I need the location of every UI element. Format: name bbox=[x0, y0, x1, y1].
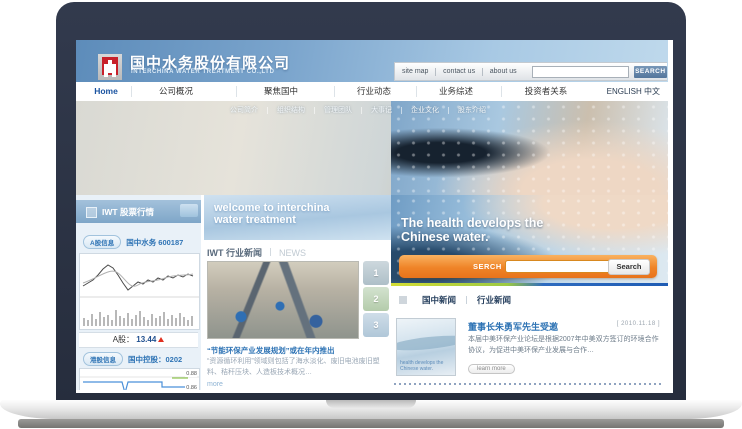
a-share-price-value: 13.44 bbox=[136, 335, 156, 344]
a-share-badge: A股信息 bbox=[83, 235, 121, 249]
h-share-name: 国中控股：0202 bbox=[128, 354, 182, 365]
divider bbox=[236, 86, 237, 97]
divider bbox=[416, 86, 417, 97]
laptop-bezel: 国中水务股份有限公司 INTERCHINA WATER TREATMENT CO… bbox=[56, 2, 686, 403]
a-share-price-row: A股： 13.44 bbox=[79, 332, 198, 348]
main-nav: Home 公司概况 聚焦国中 行业动态 业务综述 投资者关系 ENGLISH 中… bbox=[76, 82, 668, 102]
a-share-row: A股信息 国中水务 600187 bbox=[83, 235, 183, 249]
y-axis-label: 0.86 bbox=[185, 385, 197, 390]
tab-company-news[interactable]: 国中新闻 bbox=[412, 294, 466, 306]
subnav-item[interactable]: 企业文化 bbox=[402, 105, 448, 115]
h-share-row: 港股信息 国中控股：0202 bbox=[83, 352, 182, 366]
laptop-notch bbox=[326, 400, 416, 408]
a-share-candlestick-chart bbox=[79, 253, 200, 330]
contact-link[interactable]: contact us bbox=[436, 68, 482, 75]
subnav-item[interactable]: 公司简介 bbox=[221, 105, 267, 115]
company-name-en: INTERCHINA WATER TREATMENT CO.,LTD bbox=[131, 69, 275, 75]
news-item-title[interactable]: 董事长朱勇军先生受邀 bbox=[468, 320, 558, 333]
hero-search-bar: SERCH Search bbox=[399, 255, 657, 278]
industry-news-title: IWT 行业新闻 bbox=[207, 248, 262, 258]
price-up-arrow-icon bbox=[158, 337, 164, 342]
nav-focus[interactable]: 聚焦国中 bbox=[236, 82, 326, 101]
header-search-button[interactable]: SEARCH bbox=[634, 66, 667, 78]
hero-search-input[interactable] bbox=[505, 260, 623, 273]
news-pager: 1 2 3 bbox=[363, 261, 389, 339]
industry-news-header: IWT 行业新闻 NEWS bbox=[207, 246, 306, 259]
hero-search-button[interactable]: Search bbox=[608, 259, 650, 275]
right-column: The health develops the Chinese water. S… bbox=[391, 195, 668, 390]
slogan: The health develops the Chinese water. bbox=[401, 217, 543, 244]
y-axis-label: 0.88 bbox=[185, 371, 197, 377]
h-share-badge: 港股信息 bbox=[83, 352, 123, 366]
industry-news-column: welcome to interchina water treatment IW… bbox=[204, 195, 391, 390]
hero-search-label: SERCH bbox=[473, 262, 502, 271]
stock-panel: IWT 股票行情 A股信息 国中水务 600187 bbox=[76, 195, 201, 390]
a-share-name: 国中水务 600187 bbox=[126, 237, 183, 248]
gradient-divider bbox=[391, 283, 668, 286]
stock-panel-icon bbox=[86, 207, 97, 218]
laptop-bottom-strip bbox=[18, 419, 724, 428]
welcome-line2: water treatment bbox=[214, 214, 296, 226]
news-tabs: 国中新闻 行业新闻 bbox=[399, 294, 521, 306]
laptop-base bbox=[0, 400, 742, 419]
nav-industry-news[interactable]: 行业动态 bbox=[334, 82, 414, 101]
subnav-item[interactable]: 组织结构 bbox=[268, 105, 314, 115]
sitemap-link[interactable]: site map bbox=[395, 68, 435, 75]
news-photo-water-plant[interactable] bbox=[207, 261, 359, 339]
slogan-line1: The health develops the bbox=[401, 216, 543, 230]
news-item-body: 本届中美环保产业论坛是根据2007年中美双方签订的环境合作协议，为促进中美环保产… bbox=[468, 335, 660, 356]
a-share-price-label: A股： bbox=[113, 335, 137, 344]
dotted-separator bbox=[394, 383, 662, 385]
tab-bullet-icon bbox=[399, 296, 407, 304]
website-page: 国中水务股份有限公司 INTERCHINA WATER TREATMENT CO… bbox=[76, 40, 668, 390]
divider bbox=[334, 86, 335, 97]
nav-home[interactable]: Home bbox=[86, 82, 126, 101]
nav-company-profile[interactable]: 公司概况 bbox=[131, 82, 221, 101]
language-switch[interactable]: ENGLISH 中文 bbox=[607, 82, 660, 101]
welcome-banner: welcome to interchina water treatment bbox=[204, 195, 391, 240]
industry-news-title-en: NEWS bbox=[270, 248, 306, 258]
news-thumbnail[interactable]: health develops the Chinese water. bbox=[396, 318, 456, 376]
bubbles-overlay bbox=[391, 101, 668, 195]
slogan-line2: Chinese water. bbox=[401, 230, 489, 244]
pager-button-1[interactable]: 1 bbox=[363, 261, 389, 285]
stock-panel-more-button[interactable] bbox=[180, 204, 198, 217]
about-link[interactable]: about us bbox=[483, 68, 524, 75]
stock-panel-header: IWT 股票行情 bbox=[76, 200, 201, 223]
pager-button-3[interactable]: 3 bbox=[363, 313, 389, 337]
news-item-date: [ 2010.11.18 ] bbox=[617, 321, 660, 327]
news-item: health develops the Chinese water. 董事长朱勇… bbox=[396, 318, 662, 380]
nav-business[interactable]: 业务综述 bbox=[416, 82, 496, 101]
more-link[interactable]: more bbox=[207, 381, 223, 388]
site-header: 国中水务股份有限公司 INTERCHINA WATER TREATMENT CO… bbox=[76, 40, 668, 82]
nav-investor-relations[interactable]: 投资者关系 bbox=[501, 82, 591, 101]
subnav-item[interactable]: 大事记 bbox=[362, 105, 401, 115]
hero-banner: 公司简介 组织结构 管理团队 大事记 企业文化 股东介绍 bbox=[76, 101, 668, 195]
industry-news-item-body: “资源循环利用”领域则包括了海水淡化、废旧电池废旧塑料、秸秆压块、人造板技术概况… bbox=[207, 357, 387, 378]
header-search-input[interactable] bbox=[532, 66, 629, 78]
hero-subnav: 公司简介 组织结构 管理团队 大事记 企业文化 股东介绍 bbox=[221, 105, 495, 115]
utility-bar: site map contact us about us SEARCH bbox=[394, 62, 667, 81]
laptop-mockup: 国中水务股份有限公司 INTERCHINA WATER TREATMENT CO… bbox=[0, 0, 742, 429]
stock-panel-title: IWT 股票行情 bbox=[102, 206, 154, 218]
pager-button-2[interactable]: 2 bbox=[363, 287, 389, 311]
subnav-item[interactable]: 股东介绍 bbox=[449, 105, 495, 115]
hero-photo-swimming-child bbox=[391, 101, 668, 195]
subnav-item[interactable]: 管理团队 bbox=[315, 105, 361, 115]
right-hero-photo: The health develops the Chinese water. S… bbox=[391, 195, 668, 283]
learn-more-button[interactable]: learn more bbox=[468, 364, 515, 374]
divider bbox=[501, 86, 502, 97]
welcome-line1: welcome to interchina bbox=[214, 202, 330, 214]
industry-news-item-title[interactable]: “节能环保产业发展规划”或在年内推出 bbox=[207, 345, 389, 356]
company-logo-icon bbox=[98, 54, 122, 80]
laptop-screen: 国中水务股份有限公司 INTERCHINA WATER TREATMENT CO… bbox=[76, 40, 673, 393]
thumbnail-caption: health develops the Chinese water. bbox=[400, 360, 452, 372]
h-share-line-chart: 0.88 0.86 0.84 bbox=[79, 368, 200, 390]
divider bbox=[131, 86, 132, 97]
tab-industry-news[interactable]: 行业新闻 bbox=[467, 294, 521, 306]
